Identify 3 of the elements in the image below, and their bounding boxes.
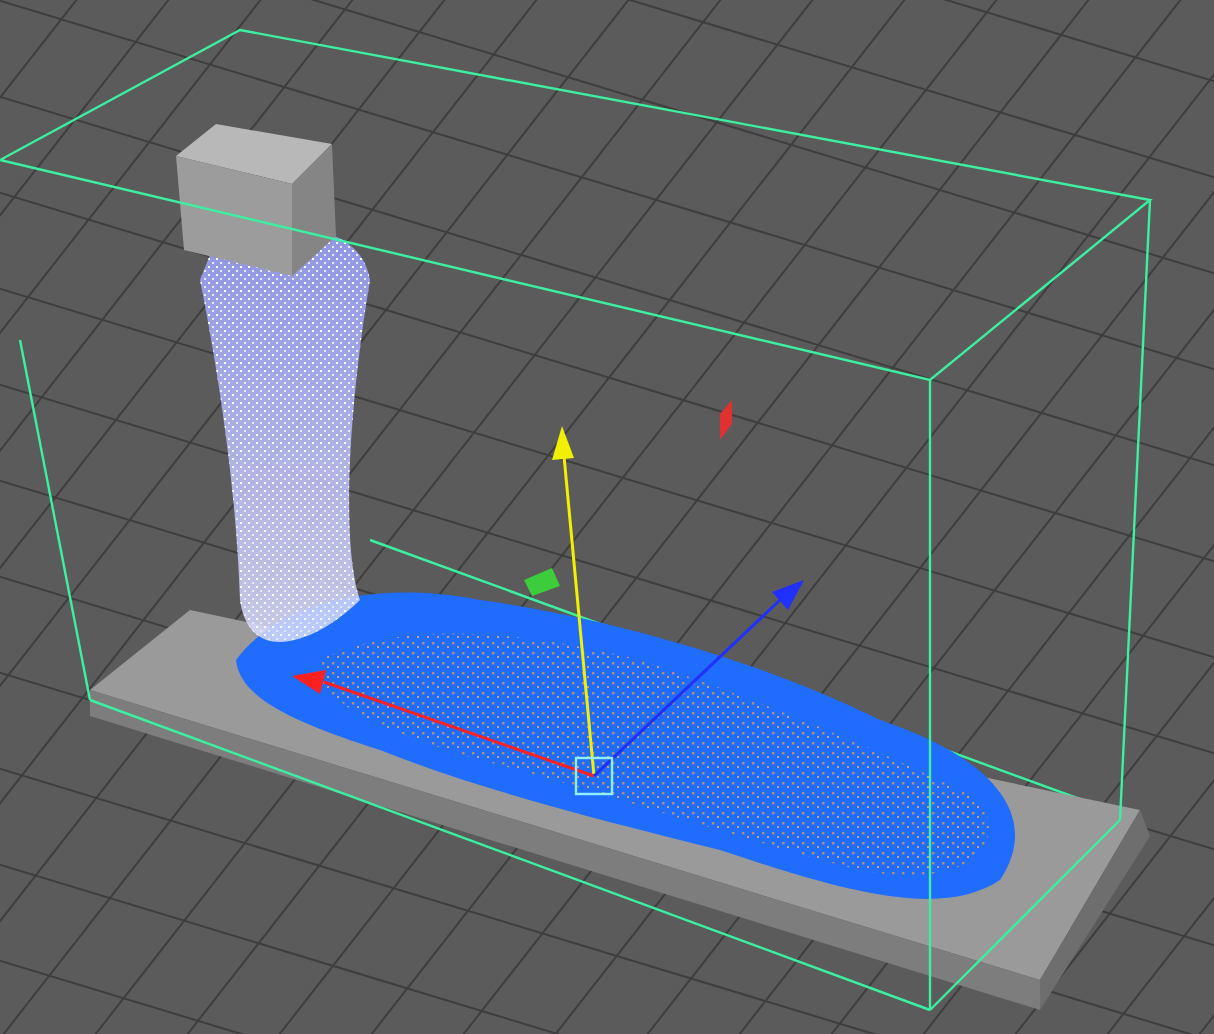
move-gizmo-drawing[interactable] (292, 426, 804, 796)
plane-handle-icon[interactable] (524, 568, 560, 596)
rotation-marker-icon (720, 400, 732, 440)
